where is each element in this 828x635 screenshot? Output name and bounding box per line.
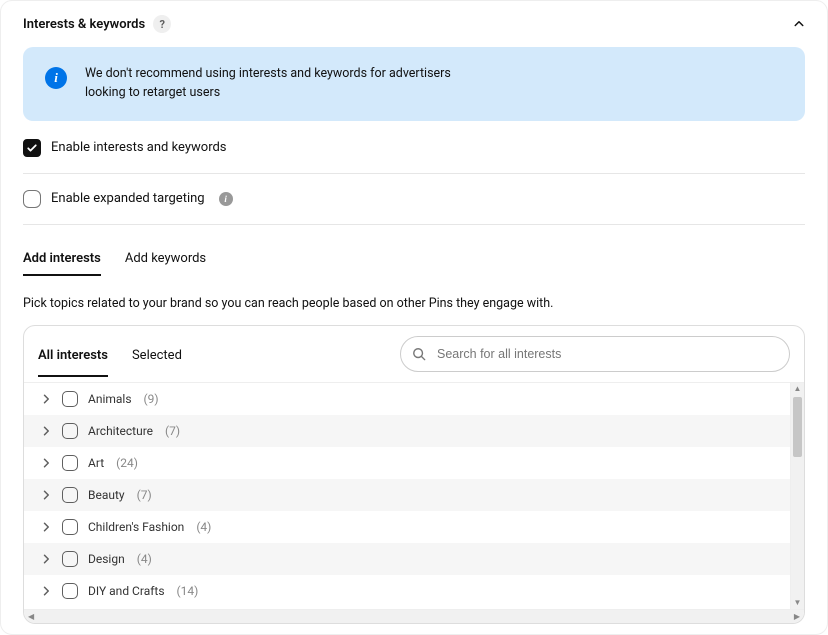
interest-count: (7): [137, 488, 152, 502]
chevron-right-icon[interactable]: [40, 553, 52, 565]
search-wrap: [400, 336, 790, 372]
interest-count: (9): [144, 392, 159, 406]
interest-label: DIY and Crafts: [88, 584, 165, 598]
section-title-wrap: Interests & keywords ?: [23, 15, 171, 33]
chevron-right-icon[interactable]: [40, 585, 52, 597]
vertical-scroll-thumb[interactable]: [793, 397, 802, 457]
interest-label: Architecture: [88, 424, 153, 438]
enable-interests-label: Enable interests and keywords: [51, 140, 227, 155]
interest-checkbox[interactable]: [62, 551, 78, 567]
enable-expanded-checkbox[interactable]: [23, 190, 41, 208]
enable-expanded-row: Enable expanded targeting i: [23, 186, 805, 212]
enable-interests-checkbox[interactable]: [23, 139, 41, 157]
search-icon: [412, 347, 426, 361]
interests-keywords-panel: Interests & keywords ? i We don't recomm…: [0, 0, 828, 635]
chevron-right-icon[interactable]: [40, 521, 52, 533]
interest-count: (24): [116, 456, 138, 470]
chevron-right-icon[interactable]: [40, 489, 52, 501]
interests-panel: All interests Selected Animals (9): [23, 325, 805, 624]
info-icon: i: [45, 67, 67, 89]
interests-top: All interests Selected: [24, 326, 804, 383]
chevron-right-icon[interactable]: [40, 457, 52, 469]
interest-count: (7): [165, 424, 180, 438]
section-header: Interests & keywords ?: [23, 15, 805, 33]
interest-label: Design: [88, 552, 125, 566]
scroll-right-arrow-icon[interactable]: ▶: [794, 612, 800, 621]
interest-checkbox[interactable]: [62, 487, 78, 503]
interest-count: (4): [196, 520, 211, 534]
divider: [23, 224, 805, 225]
enable-interests-row: Enable interests and keywords: [23, 135, 805, 161]
interest-row: Animals (9): [24, 383, 790, 415]
helper-text: Pick topics related to your brand so you…: [23, 296, 805, 311]
interest-row: Beauty (7): [24, 479, 790, 511]
interest-row: Architecture (7): [24, 415, 790, 447]
main-tabs: Add interests Add keywords: [23, 243, 805, 276]
scroll-down-arrow-icon[interactable]: ▼: [791, 597, 804, 609]
info-inline-icon[interactable]: i: [219, 192, 233, 206]
interest-label: Art: [88, 456, 104, 470]
horizontal-scrollbar[interactable]: ◀ ▶: [24, 609, 804, 623]
tab-add-keywords[interactable]: Add keywords: [125, 243, 206, 276]
vertical-scrollbar[interactable]: ▲ ▼: [790, 383, 804, 609]
info-banner: i We don't recommend using interests and…: [23, 47, 805, 121]
interest-row: Design (4): [24, 543, 790, 575]
chevron-right-icon[interactable]: [40, 393, 52, 405]
interest-label: Children's Fashion: [88, 520, 184, 534]
collapse-chevron-up-icon[interactable]: [793, 18, 805, 30]
help-icon[interactable]: ?: [153, 15, 171, 33]
interest-checkbox[interactable]: [62, 519, 78, 535]
divider: [23, 173, 805, 174]
interest-count: (4): [137, 552, 152, 566]
scroll-left-arrow-icon[interactable]: ◀: [28, 612, 34, 621]
interest-row: DIY and Crafts (14): [24, 575, 790, 607]
interests-list-wrap: Animals (9) Architecture (7) Art (24): [24, 383, 804, 609]
interest-row: Art (24): [24, 447, 790, 479]
interest-checkbox[interactable]: [62, 583, 78, 599]
interests-list: Animals (9) Architecture (7) Art (24): [24, 383, 790, 609]
scroll-up-arrow-icon[interactable]: ▲: [791, 383, 804, 395]
interest-count: (14): [177, 584, 199, 598]
interests-tabs: All interests Selected: [38, 340, 182, 377]
interest-checkbox[interactable]: [62, 455, 78, 471]
tab-add-interests[interactable]: Add interests: [23, 243, 101, 276]
interest-label: Beauty: [88, 488, 125, 502]
interest-row: Children's Fashion (4): [24, 511, 790, 543]
enable-expanded-label: Enable expanded targeting: [51, 191, 205, 206]
info-banner-text: We don't recommend using interests and k…: [85, 65, 485, 103]
tab-all-interests[interactable]: All interests: [38, 340, 108, 377]
section-title: Interests & keywords: [23, 17, 145, 32]
interest-checkbox[interactable]: [62, 391, 78, 407]
chevron-right-icon[interactable]: [40, 425, 52, 437]
interest-label: Animals: [88, 392, 132, 406]
tab-selected[interactable]: Selected: [132, 340, 182, 377]
search-input[interactable]: [400, 336, 790, 372]
interest-checkbox[interactable]: [62, 423, 78, 439]
